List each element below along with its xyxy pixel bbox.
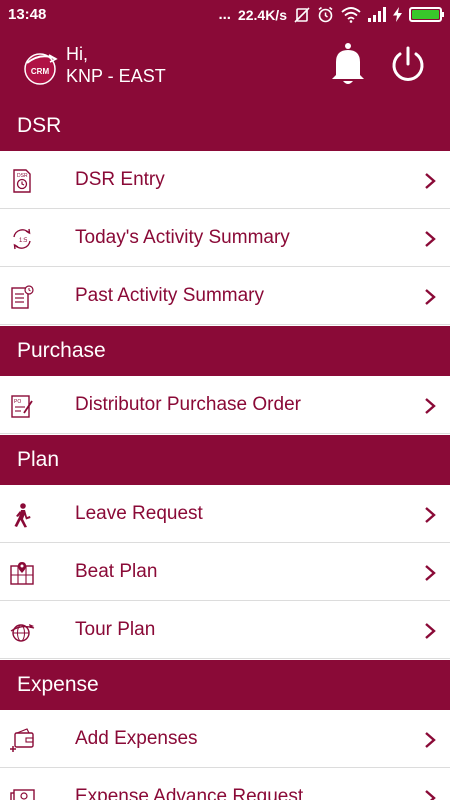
wallet-add-icon xyxy=(10,728,34,752)
notepad-clock-icon xyxy=(11,285,34,309)
battery-level xyxy=(412,10,439,19)
menu-item-label: Beat Plan xyxy=(75,561,158,582)
no-sim-icon xyxy=(294,6,310,23)
menu-item-distributor-purchase-order[interactable]: PO Distributor Purchase Order xyxy=(0,376,450,434)
alarm-icon xyxy=(318,6,333,23)
chevron-right-icon xyxy=(425,732,436,748)
network-speed: 22.4K/s xyxy=(237,6,287,23)
chevron-right-icon xyxy=(425,507,436,523)
svg-text:PO: PO xyxy=(14,399,21,405)
menu-item-label: Distributor Purchase Order xyxy=(75,394,301,415)
greeting: Hi, KNP - EAST xyxy=(66,43,166,87)
greeting-hi: Hi, xyxy=(66,44,88,64)
svg-text:DSR: DSR xyxy=(17,173,28,179)
walking-person-icon xyxy=(14,503,31,528)
status-icons: ... 22.4K/s xyxy=(218,6,444,23)
chevron-right-icon xyxy=(425,173,436,189)
status-bar: 13:48 ... 22.4K/s xyxy=(0,0,450,30)
menu-item-beat-plan[interactable]: Beat Plan xyxy=(0,543,450,601)
svg-text:1:5: 1:5 xyxy=(19,238,28,244)
map-pin-icon xyxy=(10,562,34,585)
menu-item-label: Tour Plan xyxy=(75,619,156,640)
section-header-plan: Plan xyxy=(0,435,450,485)
menu-item-label: Today's Activity Summary xyxy=(75,227,290,248)
chevron-right-icon xyxy=(425,289,436,305)
chevron-right-icon xyxy=(425,790,436,800)
power-logout-icon[interactable] xyxy=(388,44,428,84)
section-header-purchase: Purchase xyxy=(0,326,450,376)
menu-item-add-expenses[interactable]: Add Expenses xyxy=(0,710,450,768)
chevron-right-icon xyxy=(425,565,436,581)
menu-item-label: Add Expenses xyxy=(75,728,198,749)
notification-bell-icon[interactable] xyxy=(328,42,368,86)
chevron-right-icon xyxy=(425,623,436,639)
menu-item-label: DSR Entry xyxy=(75,169,165,190)
chevron-right-icon xyxy=(425,398,436,414)
logo-text: CRM xyxy=(31,67,50,76)
status-dots: ... xyxy=(218,6,231,23)
app-header: CRM Hi, KNP - EAST xyxy=(0,30,450,101)
menu-item-label: Leave Request xyxy=(75,503,203,524)
menu-item-leave-request[interactable]: Leave Request xyxy=(0,485,450,543)
menu-item-label: Past Activity Summary xyxy=(75,285,264,306)
status-time: 13:48 xyxy=(8,6,47,23)
menu-item-label: Expense Advance Request xyxy=(75,786,304,800)
section-header-dsr: DSR xyxy=(0,101,450,151)
menu-item-tour-plan[interactable]: Tour Plan xyxy=(0,601,450,659)
wifi-icon xyxy=(341,6,361,23)
menu-item-todays-activity-summary[interactable]: 1:5 Today's Activity Summary xyxy=(0,209,450,267)
user-name: KNP - EAST xyxy=(66,66,166,86)
section-header-expense: Expense xyxy=(0,660,450,710)
menu-item-past-activity-summary[interactable]: Past Activity Summary xyxy=(0,267,450,325)
dsr-document-icon: DSR xyxy=(13,169,31,193)
globe-plane-icon xyxy=(10,624,35,642)
menu-item-expense-advance-request[interactable]: Expense Advance Request xyxy=(0,768,450,800)
refresh-clock-icon: 1:5 xyxy=(13,228,31,250)
battery-icon xyxy=(409,7,444,22)
purchase-order-icon: PO xyxy=(11,395,33,418)
menu-item-dsr-entry[interactable]: DSR DSR Entry xyxy=(0,151,450,209)
charging-icon xyxy=(393,7,402,22)
money-icon xyxy=(10,789,35,800)
signal-icon xyxy=(368,7,386,22)
chevron-right-icon xyxy=(425,231,436,247)
crm-logo: CRM xyxy=(24,53,58,85)
